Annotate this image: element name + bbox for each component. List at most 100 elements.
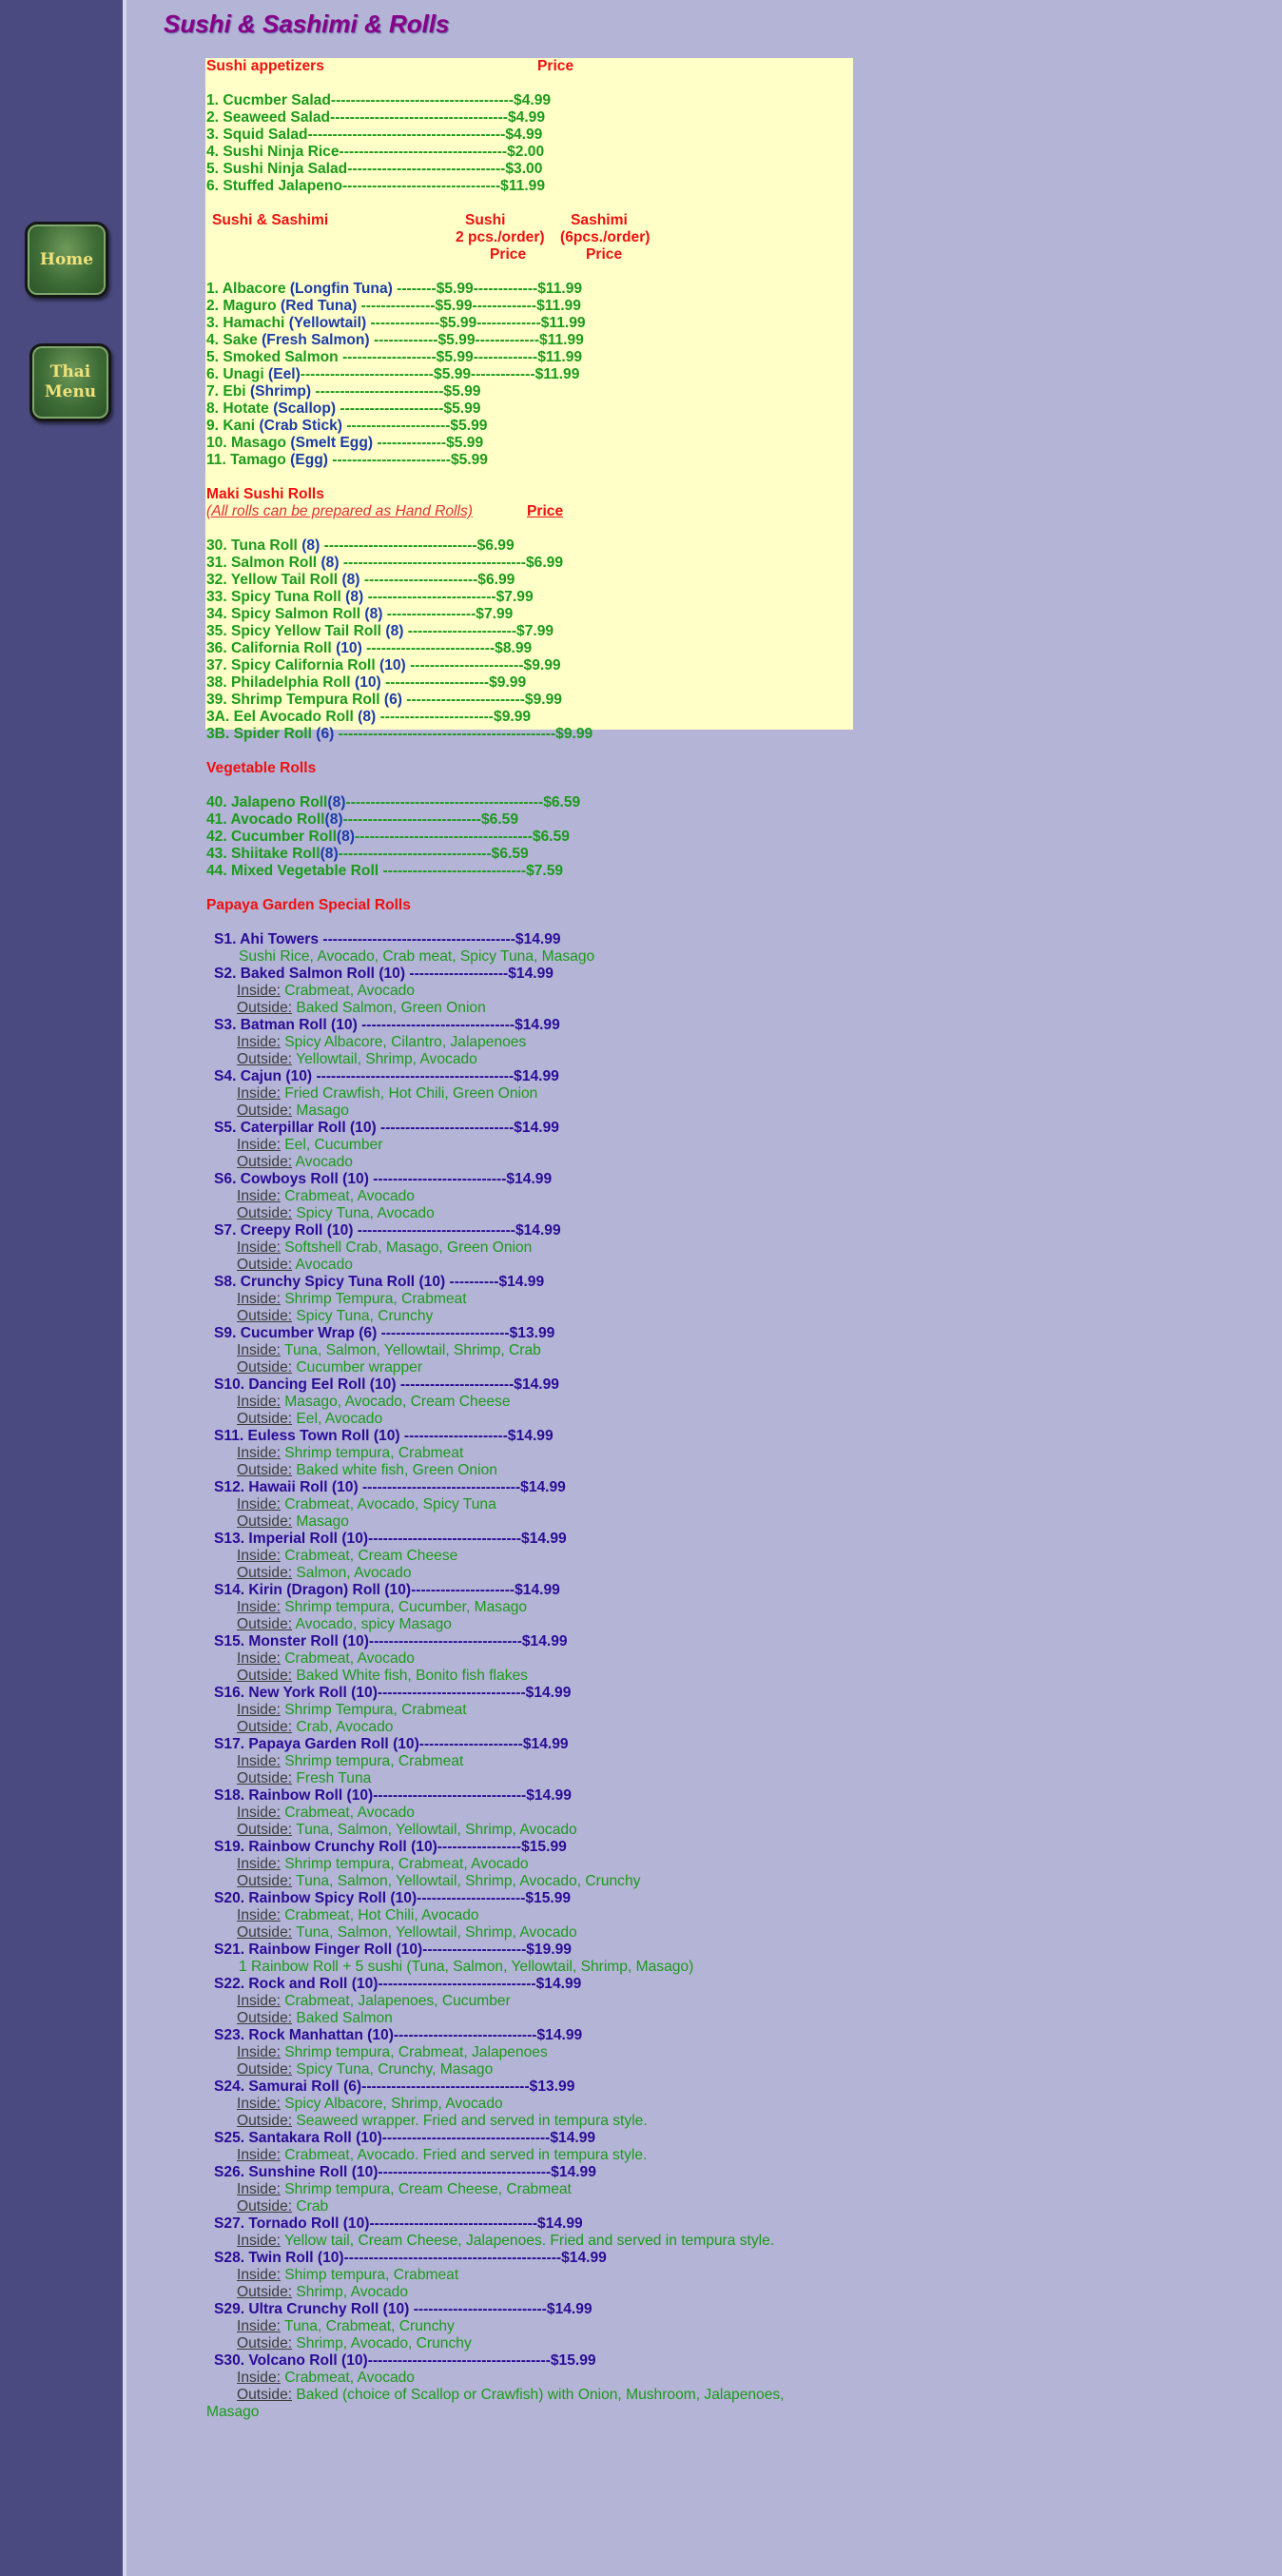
leader-dashes: -------- bbox=[392, 281, 437, 297]
sushi-price: $5.99 bbox=[450, 452, 488, 468]
maki-hand-roll-note: (All rolls can be prepared as Hand Rolls… bbox=[206, 503, 473, 519]
special-roll-title: S14. Kirin (Dragon) Roll (10)-----------… bbox=[214, 1582, 560, 1598]
ingredients-text: Tuna, Crabmeat, Crunchy bbox=[280, 2318, 455, 2334]
roll-ingredients: Inside: Shrimp Tempura, Crabmeat bbox=[206, 1702, 863, 1719]
roll-ingredients: Inside: Shrimp tempura, Cream Cheese, Cr… bbox=[206, 2181, 863, 2198]
item-name: 36. California Roll bbox=[206, 640, 332, 656]
roll-ingredients: Inside: Crabmeat, Jalapenoes, Cucumber bbox=[206, 1993, 863, 2010]
item-name: 38. Philadelphia Roll bbox=[206, 674, 351, 691]
inside-label: Inside: bbox=[237, 2318, 281, 2334]
piece-count: (6) bbox=[383, 692, 402, 708]
inside-label: Inside: bbox=[237, 1496, 281, 1512]
menu-item: 5. Smoked Salmon -------------------$5.9… bbox=[206, 349, 863, 366]
menu-item: 33. Spicy Tuna Roll (8) ----------------… bbox=[206, 589, 863, 606]
outside-label: Outside: bbox=[237, 1308, 293, 1324]
item-alt-name: (Crab Stick) bbox=[259, 418, 343, 434]
piece-count: (8) bbox=[358, 709, 377, 725]
special-roll-title: S22. Rock and Roll (10)-----------------… bbox=[214, 1976, 582, 1992]
roll-ingredients: Outside: Tuna, Salmon, Yellowtail, Shrim… bbox=[206, 1873, 863, 1890]
roll-ingredients: Outside: Baked White fish, Bonito fish f… bbox=[206, 1668, 863, 1685]
maki-list: 30. Tuna Roll (8) ----------------------… bbox=[206, 537, 863, 743]
item-price: $6.59 bbox=[543, 794, 581, 810]
item-price: $4.99 bbox=[507, 109, 546, 126]
ingredients-text: Shimp tempura, Crabmeat bbox=[280, 2267, 459, 2283]
roll-ingredients: Outside: Avocado bbox=[206, 1154, 863, 1171]
ingredients-text: Shrimp, Avocado, Crunchy bbox=[292, 2335, 472, 2352]
item-name: 2. Seaweed Salad bbox=[206, 109, 331, 126]
item-name: 39. Shrimp Tempura Roll bbox=[206, 692, 380, 708]
roll-description: Masago bbox=[206, 2404, 863, 2421]
outside-label: Outside: bbox=[237, 1565, 293, 1581]
roll-ingredients: Inside: Yellow tail, Cream Cheese, Jalap… bbox=[206, 2233, 863, 2250]
item-name: 11. Tamago bbox=[206, 452, 286, 468]
item-price: $4.99 bbox=[505, 127, 543, 143]
sashimi-price: $11.99 bbox=[537, 281, 583, 297]
item-price: $3.00 bbox=[505, 161, 543, 177]
menu-item: 36. California Roll (10) ---------------… bbox=[206, 640, 863, 657]
ingredients-text: Crabmeat, Avocado bbox=[280, 2370, 415, 2386]
sashimi-col-sub: (6pcs./order) bbox=[560, 229, 651, 245]
special-roll-title: S20. Rainbow Spicy Roll (10)------------… bbox=[214, 1890, 572, 1906]
piece-count: (8) bbox=[301, 537, 320, 554]
item-name: 4. Sushi Ninja Rice bbox=[206, 144, 340, 160]
appetizer-list: 1. Cucmber Salad------------------------… bbox=[206, 92, 863, 195]
special-roll-title: S28. Twin Roll (10)---------------------… bbox=[214, 2250, 607, 2266]
sushi-col-title: Sushi bbox=[465, 212, 506, 228]
item-price: $9.99 bbox=[494, 709, 532, 725]
ingredients-text: Crabmeat, Avocado bbox=[280, 1805, 415, 1821]
roll-ingredients: Inside: Crabmeat, Avocado bbox=[206, 983, 863, 1000]
ingredients-text: Spicy Tuna, Crunchy, Masago bbox=[292, 2061, 494, 2078]
piece-count: (8) bbox=[364, 606, 383, 622]
special-roll-title: S17. Papaya Garden Roll (10)------------… bbox=[214, 1736, 569, 1752]
ingredients-text: Baked white fish, Green Onion bbox=[292, 1462, 497, 1478]
special-roll-title: S23. Rock Manhattan (10)----------------… bbox=[214, 2027, 583, 2043]
inside-label: Inside: bbox=[237, 2044, 281, 2060]
menu-item: 1. Albacore (Longfin Tuna) --------$5.99… bbox=[206, 281, 863, 298]
ingredients-text: Crabmeat, Avocado, Spicy Tuna bbox=[280, 1496, 496, 1512]
roll-ingredients: Inside: Crabmeat, Avocado bbox=[206, 1188, 863, 1205]
special-roll-title: S10. Dancing Eel Roll (10) -------------… bbox=[214, 1376, 559, 1393]
thai-menu-button[interactable]: Thai Menu bbox=[29, 343, 111, 421]
inside-label: Inside: bbox=[237, 1993, 281, 2009]
menu-item: 2. Maguro (Red Tuna) ---------------$5.9… bbox=[206, 298, 863, 315]
roll-ingredients: Inside: Shrimp tempura, Crabmeat bbox=[206, 1445, 863, 1462]
home-button[interactable]: Home bbox=[25, 222, 108, 298]
menu-item: 43. Shiitake Roll(8)--------------------… bbox=[206, 846, 863, 863]
menu-item: 4. Sake (Fresh Salmon) -------------$5.9… bbox=[206, 332, 863, 349]
sushi-col-sub: 2 pcs./order) bbox=[456, 229, 545, 245]
ingredients-text: Shrimp, Avocado bbox=[292, 2284, 409, 2300]
ingredients-text: Crab bbox=[292, 2198, 329, 2215]
ingredients-text: Masago bbox=[206, 2404, 260, 2420]
menu-item: 41. Avocado Roll(8)---------------------… bbox=[206, 811, 863, 829]
leader-dashes: ----------------------- bbox=[359, 572, 478, 588]
item-price: $7.99 bbox=[516, 623, 554, 639]
sashimi-price: $11.99 bbox=[539, 332, 584, 348]
ingredients-text: Baked (choice of Scallop or Crawfish) wi… bbox=[292, 2387, 785, 2403]
outside-label: Outside: bbox=[237, 2335, 293, 2352]
inside-label: Inside: bbox=[237, 1085, 281, 1102]
roll-ingredients: Inside: Softshell Crab, Masago, Green On… bbox=[206, 1239, 863, 1257]
leader-dashes: ------------------------------- bbox=[320, 537, 477, 554]
outside-label: Outside: bbox=[237, 1668, 293, 1684]
inside-label: Inside: bbox=[237, 1548, 281, 1564]
roll-ingredients: Inside: Crabmeat, Avocado bbox=[206, 1650, 863, 1668]
outside-label: Outside: bbox=[237, 2061, 293, 2078]
item-name: 3. Squid Salad bbox=[206, 127, 308, 143]
ingredients-text: Shrimp tempura, Crabmeat bbox=[280, 1753, 464, 1769]
leader-dashes: ------------------- bbox=[338, 349, 437, 365]
menu-item: 34. Spicy Salmon Roll (8) --------------… bbox=[206, 606, 863, 623]
sushi-price: $5.99 bbox=[436, 349, 474, 365]
ingredients-text: Spicy Albacore, Shrimp, Avocado bbox=[280, 2096, 503, 2112]
item-alt-name: (Eel) bbox=[268, 366, 301, 382]
roll-ingredients: Inside: Crabmeat, Cream Cheese bbox=[206, 1548, 863, 1565]
sushi-price: $5.99 bbox=[436, 281, 474, 297]
special-roll-title: S6. Cowboys Roll (10) ------------------… bbox=[214, 1171, 553, 1187]
item-name: 4. Sake bbox=[206, 332, 258, 348]
outside-label: Outside: bbox=[237, 1411, 293, 1427]
leader-dashes: ------------------------------------ bbox=[354, 829, 533, 845]
roll-ingredients: Outside: Crab, Avocado bbox=[206, 1719, 863, 1736]
thai-menu-button-label: Thai Menu bbox=[45, 362, 96, 402]
leader-dashes: ------------------------ bbox=[401, 692, 525, 708]
inside-label: Inside: bbox=[237, 1137, 281, 1153]
roll-ingredients: Inside: Shrimp tempura, Crabmeat, Jalape… bbox=[206, 2044, 863, 2061]
